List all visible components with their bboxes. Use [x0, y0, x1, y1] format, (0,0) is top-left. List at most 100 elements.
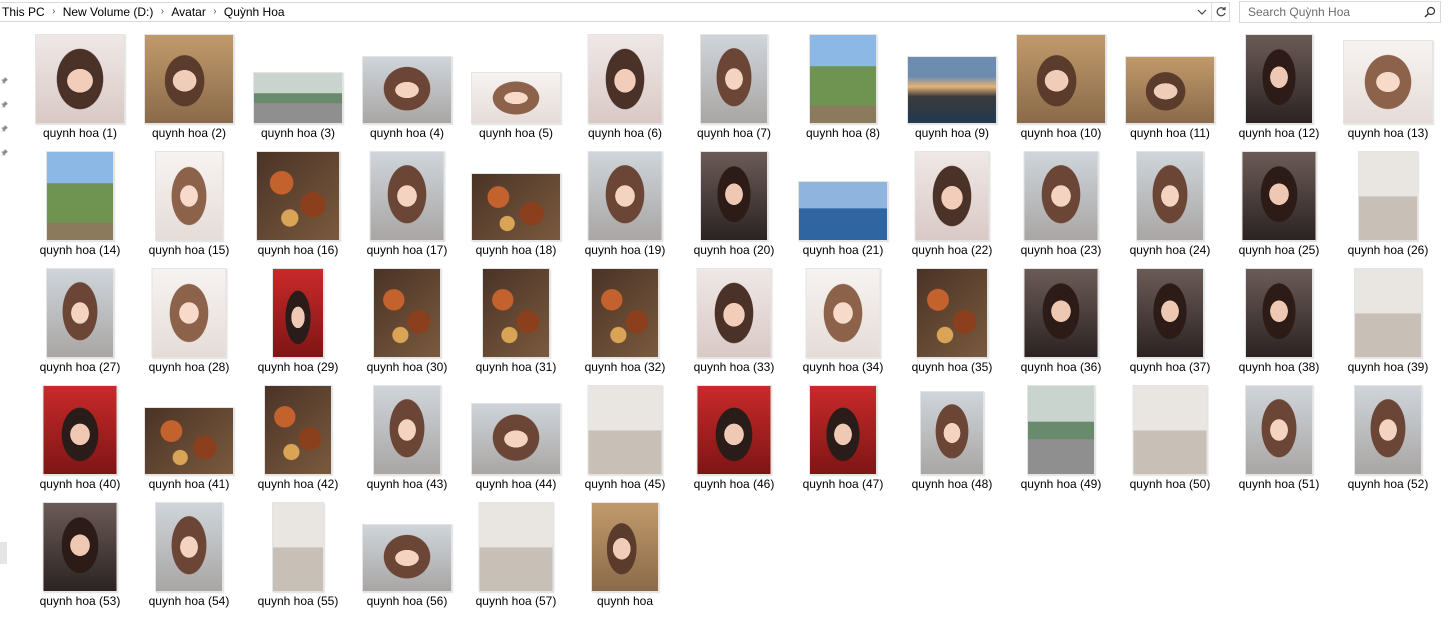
file-thumbnail[interactable]: [1245, 268, 1313, 358]
file-thumbnail[interactable]: [478, 502, 554, 592]
file-name[interactable]: quynh hoa (38): [1225, 360, 1333, 375]
chevron-right-icon[interactable]: ›: [47, 3, 61, 21]
file-item[interactable]: quynh hoa (44): [468, 375, 564, 492]
address-bar[interactable]: This PC › New Volume (D:) › Avatar › Quỳ…: [0, 2, 1230, 22]
file-name[interactable]: quynh hoa (7): [680, 126, 788, 141]
chevron-right-icon[interactable]: ›: [208, 3, 222, 21]
file-item[interactable]: quynh hoa (54): [141, 492, 237, 609]
file-thumbnail[interactable]: [1241, 151, 1317, 241]
file-item[interactable]: quynh hoa (25): [1231, 141, 1327, 258]
file-name[interactable]: quynh hoa (27): [26, 360, 134, 375]
file-item[interactable]: quynh hoa (57): [468, 492, 564, 609]
file-item[interactable]: quynh hoa (46): [686, 375, 782, 492]
chevron-down-icon[interactable]: [1193, 3, 1211, 21]
file-thumbnail[interactable]: [591, 268, 659, 358]
file-thumbnail[interactable]: [155, 502, 223, 592]
file-thumbnail[interactable]: [1354, 268, 1422, 358]
file-name[interactable]: quynh hoa (8): [789, 126, 897, 141]
file-item[interactable]: quynh hoa (30): [359, 258, 455, 375]
file-thumbnail[interactable]: [1358, 151, 1418, 241]
file-thumbnail[interactable]: [916, 268, 988, 358]
file-name[interactable]: quynh hoa (10): [1007, 126, 1115, 141]
pin-icon[interactable]: [0, 100, 9, 109]
file-thumbnail[interactable]: [272, 502, 324, 592]
file-name[interactable]: quynh hoa (13): [1334, 126, 1442, 141]
file-thumbnail[interactable]: [1016, 34, 1106, 124]
file-thumbnail[interactable]: [362, 524, 452, 592]
file-thumbnail[interactable]: [42, 385, 118, 475]
pin-icon[interactable]: [0, 76, 9, 85]
search-icon[interactable]: [1420, 3, 1440, 21]
file-name[interactable]: quynh hoa: [571, 594, 679, 609]
file-thumbnail[interactable]: [471, 403, 561, 475]
file-name[interactable]: quynh hoa (17): [353, 243, 461, 258]
file-item[interactable]: quynh hoa (47): [795, 375, 891, 492]
file-item[interactable]: quynh hoa (19): [577, 141, 673, 258]
file-item[interactable]: quynh hoa (36): [1013, 258, 1109, 375]
file-thumbnail[interactable]: [591, 502, 659, 592]
file-name[interactable]: quynh hoa (50): [1116, 477, 1224, 492]
file-name[interactable]: quynh hoa (49): [1007, 477, 1115, 492]
file-thumbnail[interactable]: [253, 72, 343, 124]
file-name[interactable]: quynh hoa (1): [26, 126, 134, 141]
file-item[interactable]: quynh hoa (32): [577, 258, 673, 375]
file-item[interactable]: quynh hoa (2): [141, 24, 237, 141]
file-name[interactable]: quynh hoa (45): [571, 477, 679, 492]
file-item[interactable]: quynh hoa (20): [686, 141, 782, 258]
file-name[interactable]: quynh hoa (31): [462, 360, 570, 375]
file-item[interactable]: quynh hoa (24): [1122, 141, 1218, 258]
file-name[interactable]: quynh hoa (32): [571, 360, 679, 375]
file-name[interactable]: quynh hoa (19): [571, 243, 679, 258]
file-item[interactable]: quynh hoa (16): [250, 141, 346, 258]
file-name[interactable]: quynh hoa (56): [353, 594, 461, 609]
file-name[interactable]: quynh hoa (20): [680, 243, 788, 258]
file-item[interactable]: quynh hoa (5): [468, 24, 564, 141]
file-item[interactable]: quynh hoa (38): [1231, 258, 1327, 375]
file-thumbnail[interactable]: [696, 385, 772, 475]
file-thumbnail[interactable]: [35, 34, 125, 124]
file-name[interactable]: quynh hoa (3): [244, 126, 352, 141]
file-thumbnail[interactable]: [587, 34, 663, 124]
file-item[interactable]: quynh hoa (29): [250, 258, 346, 375]
file-thumbnail[interactable]: [1245, 34, 1313, 124]
file-item[interactable]: quynh hoa (8): [795, 24, 891, 141]
file-thumbnail[interactable]: [1136, 151, 1204, 241]
file-thumbnail[interactable]: [46, 268, 114, 358]
file-name[interactable]: quynh hoa (33): [680, 360, 788, 375]
file-item[interactable]: quynh hoa (15): [141, 141, 237, 258]
file-thumbnail[interactable]: [1125, 56, 1215, 124]
file-thumbnail[interactable]: [805, 268, 881, 358]
file-name[interactable]: quynh hoa (22): [898, 243, 1006, 258]
file-item[interactable]: quynh hoa (41): [141, 375, 237, 492]
file-name[interactable]: quynh hoa (29): [244, 360, 352, 375]
file-thumbnail[interactable]: [471, 173, 561, 241]
file-name[interactable]: quynh hoa (16): [244, 243, 352, 258]
file-thumbnail[interactable]: [1136, 268, 1204, 358]
file-item[interactable]: quynh hoa (18): [468, 141, 564, 258]
file-thumbnail[interactable]: [471, 72, 561, 124]
file-thumbnail[interactable]: [42, 502, 118, 592]
file-name[interactable]: quynh hoa (24): [1116, 243, 1224, 258]
file-name[interactable]: quynh hoa (53): [26, 594, 134, 609]
file-name[interactable]: quynh hoa (28): [135, 360, 243, 375]
file-thumbnail[interactable]: [798, 181, 888, 241]
file-thumbnail[interactable]: [144, 34, 234, 124]
file-name[interactable]: quynh hoa (23): [1007, 243, 1115, 258]
file-name[interactable]: quynh hoa (6): [571, 126, 679, 141]
file-name[interactable]: quynh hoa (5): [462, 126, 570, 141]
pin-icon[interactable]: [0, 148, 9, 157]
file-item[interactable]: quynh hoa (14): [32, 141, 128, 258]
file-item[interactable]: quynh hoa (35): [904, 258, 1000, 375]
file-name[interactable]: quynh hoa (48): [898, 477, 1006, 492]
breadcrumb-this-pc[interactable]: This PC: [0, 3, 47, 21]
file-item[interactable]: quynh hoa (1): [32, 24, 128, 141]
file-item[interactable]: quynh hoa (6): [577, 24, 673, 141]
file-item[interactable]: quynh hoa (31): [468, 258, 564, 375]
file-item[interactable]: quynh hoa (11): [1122, 24, 1218, 141]
breadcrumb-new-volume[interactable]: New Volume (D:): [61, 3, 156, 21]
file-item[interactable]: quynh hoa (39): [1340, 258, 1436, 375]
file-thumbnail[interactable]: [1354, 385, 1422, 475]
file-thumbnail[interactable]: [907, 56, 997, 124]
file-item[interactable]: quynh hoa (23): [1013, 141, 1109, 258]
file-thumbnail[interactable]: [1023, 151, 1099, 241]
